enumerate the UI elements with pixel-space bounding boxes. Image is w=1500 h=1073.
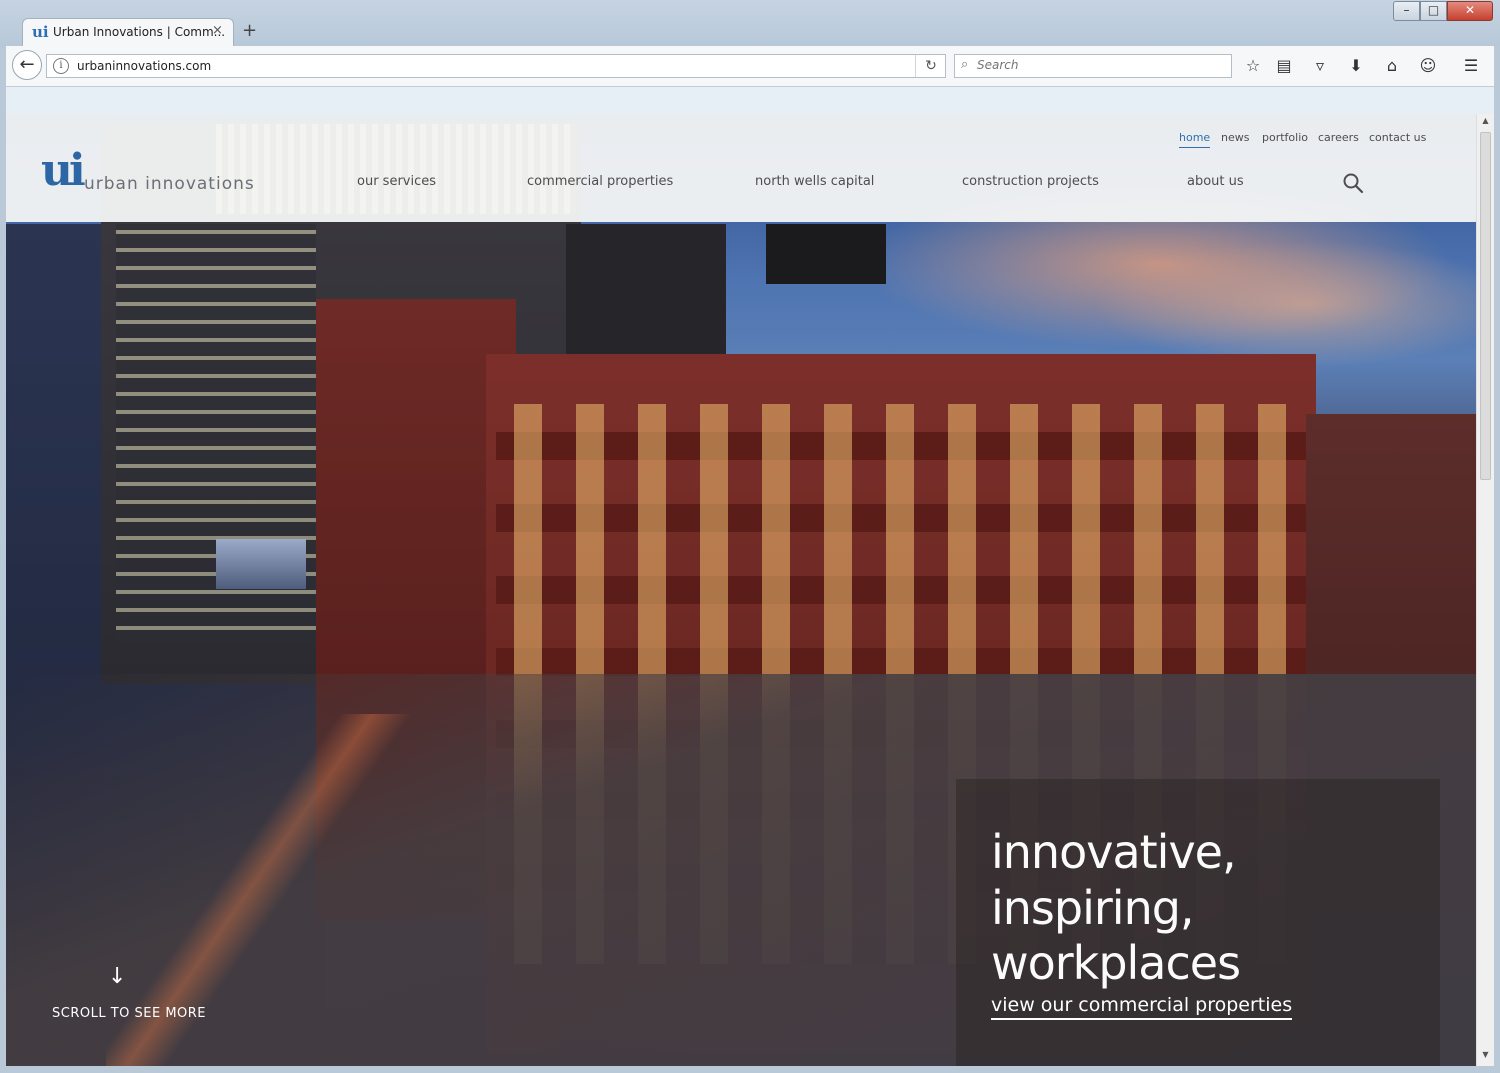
hero-tagline-line-1: innovative, <box>991 825 1237 879</box>
chat-icon[interactable]: ☺ <box>1417 56 1439 76</box>
hero-tagline-line-3: workplaces <box>991 936 1241 990</box>
hero-tagline-line-2: inspiring, <box>991 881 1195 935</box>
browser-search-box[interactable]: ⌕ <box>954 54 1232 78</box>
title-bar: – □ ✕ ui Urban Innovations | Comm... × + <box>0 0 1500 46</box>
search-icon: ⌕ <box>961 57 969 72</box>
logo-mark: ui <box>41 145 86 196</box>
nav-north-wells-capital[interactable]: north wells capital <box>755 174 874 189</box>
scrollbar-thumb[interactable] <box>1480 132 1491 480</box>
back-button[interactable]: ← <box>12 50 42 80</box>
nav-commercial-properties[interactable]: commercial properties <box>527 174 673 189</box>
page-scrollbar[interactable]: ▲ ▼ <box>1476 114 1494 1066</box>
back-arrow-icon: ← <box>19 54 35 75</box>
favicon-icon: ui <box>32 23 49 41</box>
site-header: ui urban innovations home news portfolio… <box>6 114 1476 222</box>
bookmark-star-icon[interactable]: ☆ <box>1242 56 1264 76</box>
scroll-down-icon[interactable]: ▼ <box>1477 1050 1494 1064</box>
maximize-button[interactable]: □ <box>1420 1 1447 21</box>
menu-icon[interactable]: ☰ <box>1460 56 1482 76</box>
nav-our-services[interactable]: our services <box>357 174 436 189</box>
new-tab-button[interactable]: + <box>242 20 257 41</box>
view-commercial-properties-link[interactable]: view our commercial properties <box>991 994 1293 1020</box>
util-nav-careers[interactable]: careers <box>1318 131 1359 144</box>
toolbar-spacer <box>6 87 1494 114</box>
tab-close-icon[interactable]: × <box>212 23 223 38</box>
search-input[interactable] <box>977 58 1217 72</box>
window-bottom-border <box>0 1066 1500 1073</box>
util-nav-portfolio[interactable]: portfolio <box>1262 131 1308 144</box>
logo-text: urban innovations <box>84 174 255 194</box>
url-text[interactable]: urbaninnovations.com <box>77 59 211 73</box>
scroll-up-arrow-icon[interactable]: ▲ <box>1477 116 1494 130</box>
address-bar[interactable]: i urbaninnovations.com ↻ <box>46 54 946 78</box>
scroll-hint[interactable]: SCROLL TO SEE MORE <box>52 1006 206 1021</box>
close-window-button[interactable]: ✕ <box>1447 1 1493 21</box>
tab-title: Urban Innovations | Comm... <box>53 25 226 39</box>
util-nav-news[interactable]: news <box>1221 131 1249 144</box>
info-icon[interactable]: i <box>53 58 69 74</box>
reading-list-icon[interactable]: ▤ <box>1273 56 1295 76</box>
site-search-icon[interactable] <box>1342 172 1364 194</box>
nav-construction-projects[interactable]: construction projects <box>962 174 1099 189</box>
minimize-button[interactable]: – <box>1393 1 1420 21</box>
scroll-down-arrow-icon[interactable]: ↓ <box>108 964 126 989</box>
util-nav-home[interactable]: home <box>1179 131 1211 148</box>
nav-about-us[interactable]: about us <box>1187 174 1244 189</box>
navigation-toolbar: ← i urbaninnovations.com ↻ ⌕ ☆ ▤ ▿ ⬇ ⌂ ☺… <box>6 46 1494 87</box>
pocket-icon[interactable]: ▿ <box>1309 56 1331 76</box>
download-icon[interactable]: ⬇ <box>1345 56 1367 76</box>
home-icon[interactable]: ⌂ <box>1381 56 1403 76</box>
reload-icon[interactable]: ↻ <box>915 55 946 77</box>
util-nav-contact-us[interactable]: contact us <box>1369 131 1426 144</box>
browser-window: – □ ✕ ui Urban Innovations | Comm... × +… <box>0 0 1500 1073</box>
browser-tab[interactable]: ui Urban Innovations | Comm... × <box>22 18 234 46</box>
web-page: ui urban innovations home news portfolio… <box>6 114 1476 1066</box>
